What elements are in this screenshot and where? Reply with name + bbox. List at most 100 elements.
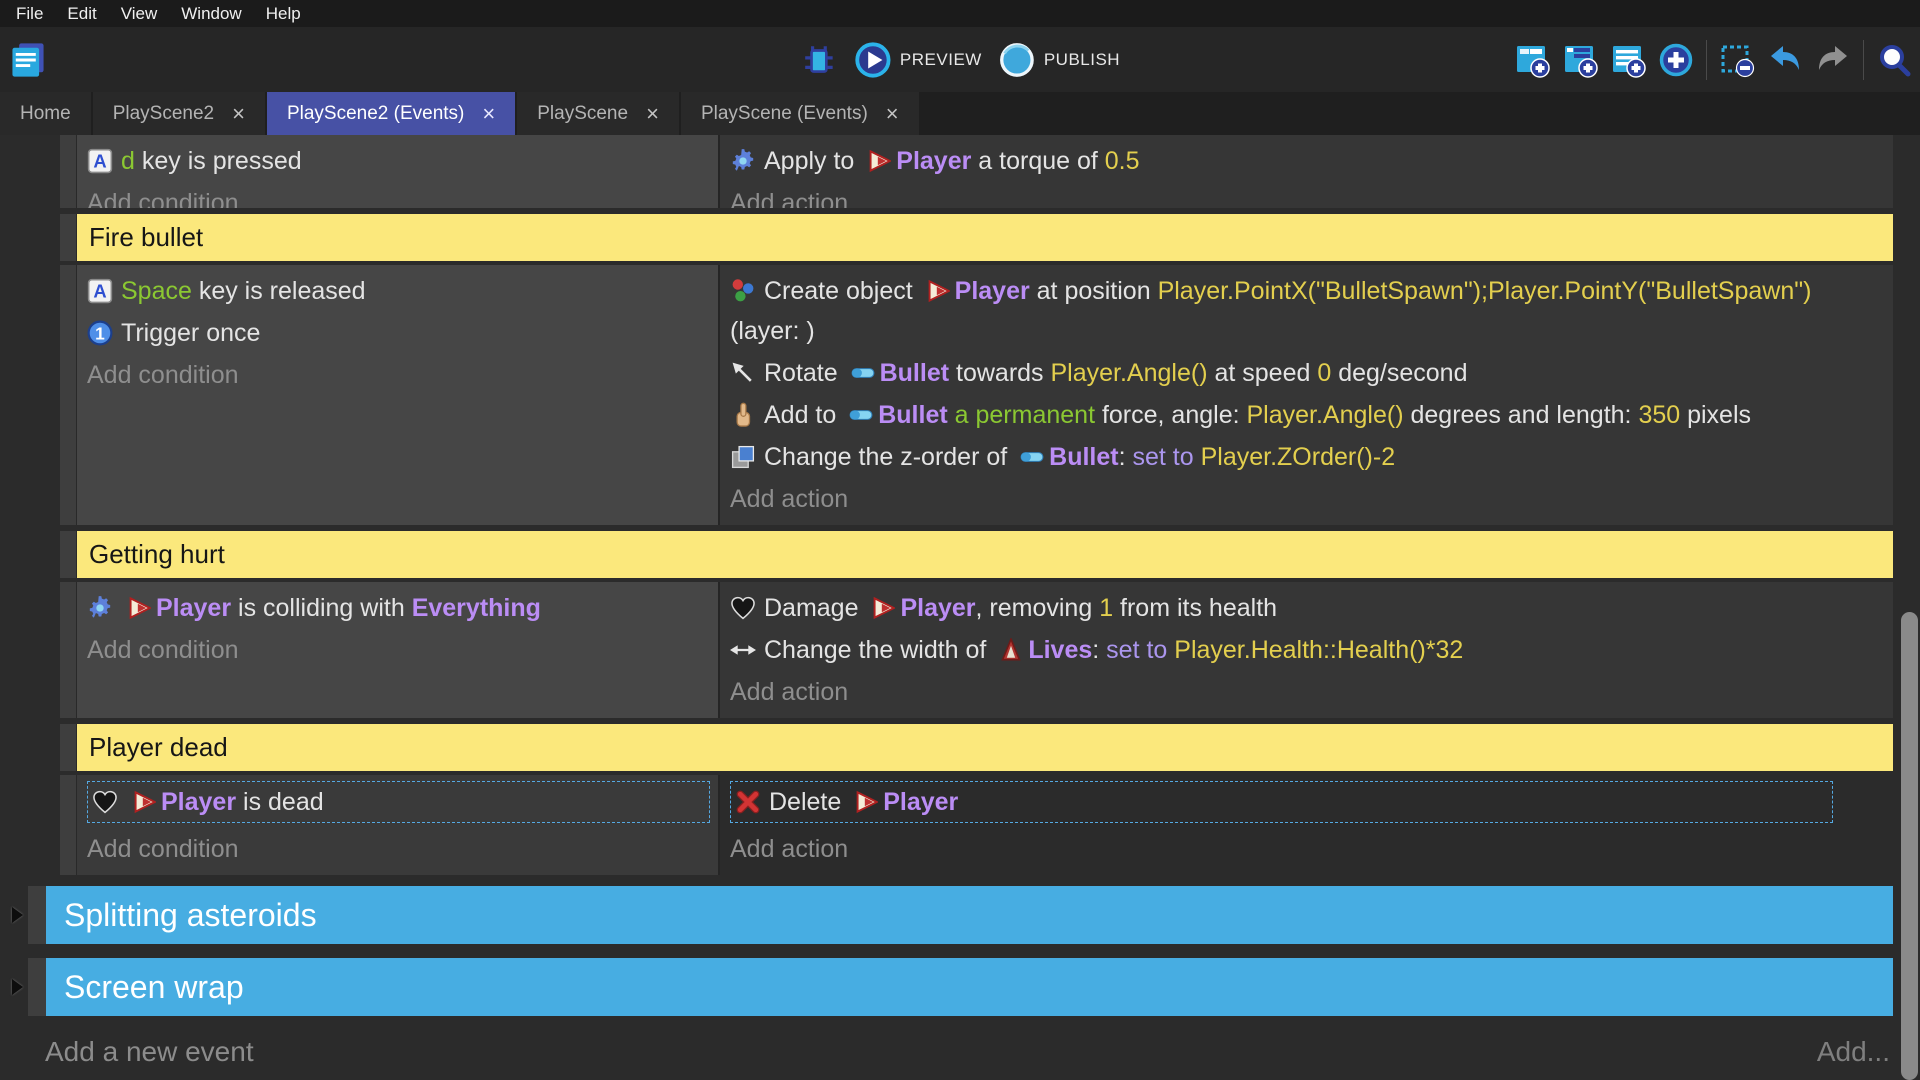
toolbar: PREVIEW PUBLISH	[0, 27, 1920, 92]
add-condition-button[interactable]: Add condition	[87, 183, 710, 208]
text-segment: Change the z-order of	[764, 443, 1014, 471]
condition-instruction[interactable]: Player is dead	[87, 781, 710, 823]
tab-close-icon[interactable]: ×	[232, 104, 245, 124]
tab-bar: HomePlayScene2×PlayScene2 (Events)×PlayS…	[0, 92, 1920, 135]
action-instruction[interactable]: Add to Bullet a permanent force, angle: …	[730, 395, 1833, 435]
event-drag-handle[interactable]	[60, 724, 77, 771]
add-action-button[interactable]: Add action	[730, 479, 1833, 519]
menu-item-file[interactable]: File	[4, 0, 55, 27]
action-instruction[interactable]: Change the width of Lives: set to Player…	[730, 630, 1833, 670]
event-drag-handle[interactable]	[28, 886, 46, 944]
actions-cell: Damage Player, removing 1 from its healt…	[720, 582, 1893, 718]
text-segment: :	[1092, 636, 1106, 664]
text-segment: at speed	[1208, 359, 1318, 387]
tab-close-icon[interactable]: ×	[646, 104, 659, 124]
comment-row: Getting hurt	[60, 531, 1893, 578]
event-drag-handle[interactable]	[60, 582, 77, 718]
preview-button[interactable]: PREVIEW	[854, 41, 982, 79]
actions-cell: Apply to Player a torque of 0.5Add actio…	[720, 135, 1893, 208]
comment-text[interactable]: Getting hurt	[77, 531, 1893, 578]
condition-instruction[interactable]: ASpace key is released	[87, 271, 710, 311]
text-segment: Player.PointX("BulletSpawn");Player.Poin…	[1158, 277, 1812, 305]
add-action-button[interactable]: Add action	[730, 829, 1833, 869]
condition-instruction[interactable]: Ad key is pressed	[87, 141, 710, 181]
add-new-event-button[interactable]: Add a new event	[45, 1036, 254, 1068]
add-condition-button[interactable]: Add condition	[87, 829, 710, 869]
actions-cell: Delete Player Add action	[720, 775, 1893, 875]
action-instruction[interactable]: Create object Player at position Player.…	[730, 271, 1833, 351]
add-condition-button[interactable]: Add condition	[87, 355, 710, 395]
text-segment: Bullet	[878, 401, 947, 429]
condition-instruction[interactable]: 1 Trigger once	[87, 313, 710, 353]
menu-item-view[interactable]: View	[109, 0, 170, 27]
tab-label: PlayScene	[537, 103, 628, 125]
debug-button[interactable]	[800, 41, 838, 79]
text-segment: Create object	[764, 277, 920, 305]
add-condition-button[interactable]: Add condition	[87, 630, 710, 670]
text-segment: from its health	[1113, 594, 1277, 622]
tab-playscene[interactable]: PlayScene ×	[517, 92, 679, 135]
group-fold-arrow-icon[interactable]	[12, 907, 23, 923]
condition-instruction[interactable]: Player is colliding with Everything	[87, 588, 710, 628]
tab-playscene-events[interactable]: PlayScene (Events) ×	[681, 92, 919, 135]
text-segment: , removing	[976, 594, 1100, 622]
publish-button[interactable]: PUBLISH	[998, 41, 1120, 79]
conditions-cell: Player is dead Add condition	[77, 775, 718, 875]
group-fold-arrow-icon[interactable]	[12, 979, 23, 995]
comment-text[interactable]: Player dead	[77, 724, 1893, 771]
event-drag-handle[interactable]	[60, 265, 77, 525]
add-action-button[interactable]: Add action	[730, 672, 1833, 712]
tab-label: PlayScene (Events)	[701, 103, 868, 125]
player-icon	[132, 790, 156, 814]
action-instruction[interactable]: Change the z-order of Bullet: set to Pla…	[730, 437, 1833, 477]
remove-event-icon[interactable]	[1719, 42, 1755, 78]
text-segment: degrees and length:	[1404, 401, 1639, 429]
event-drag-handle[interactable]	[60, 214, 77, 261]
add-comment-icon[interactable]	[1610, 42, 1646, 78]
add-subevent-icon[interactable]	[1562, 42, 1598, 78]
event-row: Player is deadAdd conditionDelete Player…	[60, 775, 1893, 875]
text-segment: Bullet	[880, 359, 949, 387]
add-event-icon[interactable]	[1514, 42, 1550, 78]
text-segment: 1	[1099, 594, 1113, 622]
undo-icon[interactable]	[1767, 42, 1803, 78]
tab-label: PlayScene2 (Events)	[287, 103, 464, 125]
text-segment: set to	[1106, 636, 1174, 664]
group-title[interactable]: Splitting asteroids	[46, 886, 1893, 944]
search-icon[interactable]	[1876, 42, 1912, 78]
tab-playscene2-events[interactable]: PlayScene2 (Events) ×	[267, 92, 515, 135]
player-icon	[926, 279, 950, 303]
tab-playscene2[interactable]: PlayScene2×	[93, 92, 265, 135]
action-instruction[interactable]: Delete Player	[730, 781, 1833, 823]
text-segment: key is pressed	[135, 147, 302, 175]
action-instruction[interactable]: Apply to Player a torque of 0.5	[730, 141, 1833, 181]
menu-item-help[interactable]: Help	[254, 0, 313, 27]
comment-text[interactable]: Fire bullet	[77, 214, 1893, 261]
action-instruction[interactable]: Damage Player, removing 1 from its healt…	[730, 588, 1833, 628]
redo-icon[interactable]	[1815, 42, 1851, 78]
action-instruction[interactable]: Rotate Bullet towards Player.Angle() at …	[730, 353, 1833, 393]
scrollbar-thumb[interactable]	[1901, 612, 1918, 1080]
event-drag-handle[interactable]	[60, 135, 77, 208]
menu-item-edit[interactable]: Edit	[55, 0, 108, 27]
svg-text:1: 1	[95, 324, 105, 344]
gdevelop-logo-icon[interactable]	[8, 40, 48, 80]
add-action-button[interactable]: Add action	[730, 183, 1833, 208]
event-drag-handle[interactable]	[60, 531, 77, 578]
group-row: Screen wrap	[0, 958, 1893, 1016]
menu-item-window[interactable]: Window	[169, 0, 253, 27]
text-segment	[948, 401, 955, 429]
text-segment: set to	[1133, 443, 1201, 471]
add-button[interactable]: Add...	[1817, 1036, 1890, 1068]
text-segment: Trigger once	[121, 319, 260, 347]
tab-home[interactable]: Home	[0, 92, 91, 135]
player-icon	[867, 149, 891, 173]
event-drag-handle[interactable]	[28, 958, 46, 1016]
event-drag-handle[interactable]	[60, 775, 77, 875]
delete-icon	[735, 789, 761, 815]
add-new-icon[interactable]	[1658, 42, 1694, 78]
tab-close-icon[interactable]: ×	[886, 104, 899, 124]
tab-close-icon[interactable]: ×	[482, 104, 495, 124]
group-title[interactable]: Screen wrap	[46, 958, 1893, 1016]
text-segment: d	[121, 147, 135, 175]
